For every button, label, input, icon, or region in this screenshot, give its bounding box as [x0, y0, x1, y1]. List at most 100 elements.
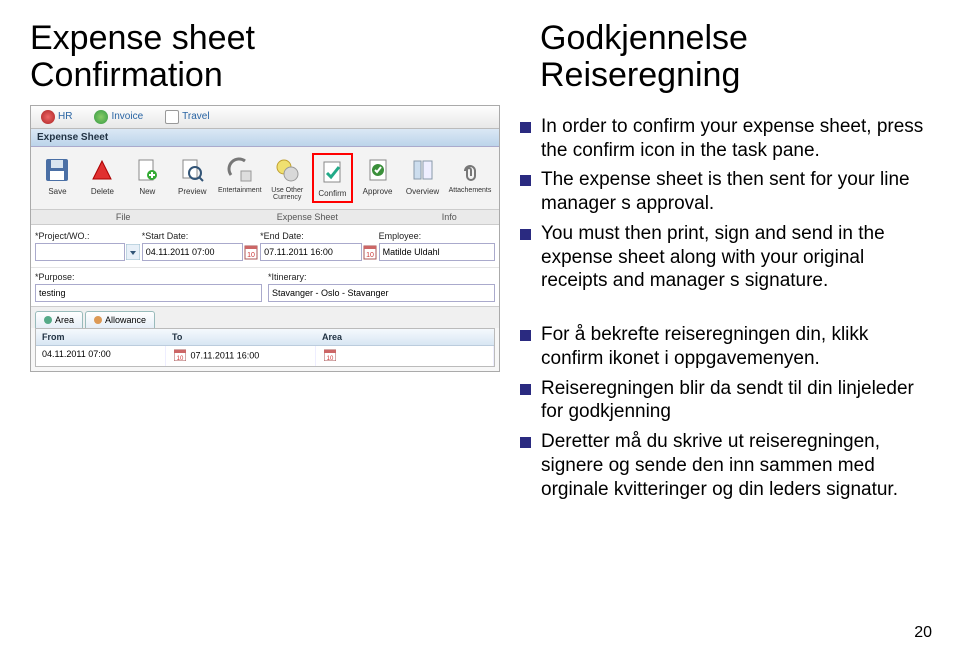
save-label: Save: [48, 187, 66, 196]
invoice-icon: [94, 110, 108, 124]
bullet-list-no: For å bekrefte reiseregningen din, klikk…: [520, 323, 930, 501]
calendar-icon[interactable]: 10: [174, 349, 188, 363]
grid-from-cell: 04.11.2011 07:00: [36, 346, 166, 366]
save-icon: [42, 155, 72, 185]
overview-icon: [408, 155, 438, 185]
bullet-text: Reiseregningen blir da sendt til din lin…: [541, 377, 930, 425]
tab-travel[interactable]: Travel: [159, 108, 215, 126]
toolbar-groups: File Expense Sheet Info: [31, 209, 499, 225]
tab-hr-label: HR: [58, 111, 72, 122]
project-dropdown-icon[interactable]: [126, 244, 140, 260]
delete-label: Delete: [91, 187, 114, 196]
bullet-text: In order to confirm your expense sheet, …: [541, 115, 930, 163]
calendar-icon[interactable]: 10: [244, 244, 258, 260]
bullet-text: For å bekrefte reiseregningen din, klikk…: [541, 323, 930, 371]
grid-area-cell: 10: [316, 346, 494, 366]
preview-label: Preview: [178, 187, 206, 196]
calendar-icon[interactable]: 10: [324, 349, 338, 363]
bullet-icon: [520, 384, 531, 395]
title-left-line2: Confirmation: [30, 56, 223, 94]
start-date-input[interactable]: [142, 243, 243, 261]
new-button[interactable]: New: [127, 153, 168, 203]
grid-header: From To Area: [36, 329, 494, 346]
form-row-1: *Project/WO.: *Start Date: 10: [31, 225, 499, 267]
grid-to-hdr: To: [166, 329, 316, 345]
travel-icon: [165, 110, 179, 124]
grid-to-val: 07.11.2011 16:00: [191, 350, 260, 360]
module-tabs: HR Invoice Travel: [31, 106, 499, 129]
end-date-label: *End Date:: [260, 231, 376, 241]
title-left: Expense sheet Confirmation: [30, 20, 450, 95]
allowance-icon: [94, 316, 102, 324]
bullet-list-en: In order to confirm your expense sheet, …: [520, 115, 930, 293]
new-icon: [132, 155, 162, 185]
toolbar: Save Delete New Preview: [31, 147, 499, 209]
bullet-icon: [520, 122, 531, 133]
grid-row[interactable]: 04.11.2011 07:00 10 07.11.2011 16:00 10: [36, 346, 494, 366]
confirm-button[interactable]: Confirm: [312, 153, 353, 203]
grid-to-cell: 10 07.11.2011 16:00: [166, 346, 316, 366]
bullet-icon: [520, 330, 531, 341]
group-expense: Expense Sheet: [215, 212, 399, 222]
entertainment-label: Entertainment: [218, 187, 262, 194]
bullet-item: In order to confirm your expense sheet, …: [520, 115, 930, 163]
bullet-item: For å bekrefte reiseregningen din, klikk…: [520, 323, 930, 371]
purpose-label: *Purpose:: [35, 272, 262, 282]
bullet-icon: [520, 437, 531, 448]
grid-from-hdr: From: [36, 329, 166, 345]
title-right-line1: Godkjennelse: [540, 19, 748, 57]
overview-button[interactable]: Overview: [402, 153, 443, 203]
subtab-allowance-label: Allowance: [105, 315, 146, 325]
group-info: Info: [399, 212, 499, 222]
page-number: 20: [914, 624, 932, 642]
itinerary-label: *Itinerary:: [268, 272, 495, 282]
project-input[interactable]: [35, 243, 125, 261]
preview-button[interactable]: Preview: [172, 153, 213, 203]
bullet-item: Deretter må du skrive ut reiseregningen,…: [520, 430, 930, 501]
subtab-area-label: Area: [55, 315, 74, 325]
svg-text:10: 10: [327, 356, 334, 361]
sub-tabs: Area Allowance: [31, 306, 499, 328]
svg-text:10: 10: [177, 356, 184, 361]
subtab-allowance[interactable]: Allowance: [85, 311, 155, 328]
preview-icon: [177, 155, 207, 185]
end-date-input[interactable]: [260, 243, 361, 261]
tab-hr[interactable]: HR: [35, 108, 78, 126]
globe-icon: [44, 316, 52, 324]
entertainment-button[interactable]: Entertainment: [217, 153, 263, 203]
new-label: New: [139, 187, 155, 196]
group-file: File: [31, 212, 215, 222]
hr-icon: [41, 110, 55, 124]
purpose-input[interactable]: [35, 284, 262, 302]
start-date-label: *Start Date:: [142, 231, 258, 241]
currency-label: Use Other Currency: [269, 187, 306, 201]
subtab-area[interactable]: Area: [35, 311, 83, 328]
itinerary-input[interactable]: [268, 284, 495, 302]
attachments-label: Attachements: [449, 187, 492, 194]
delete-icon: [87, 155, 117, 185]
bullet-text: Deretter må du skrive ut reiseregningen,…: [541, 430, 930, 501]
grid-area-hdr: Area: [316, 329, 494, 345]
area-grid: From To Area 04.11.2011 07:00 10 07.11.2…: [35, 328, 495, 367]
attachments-button[interactable]: Attachements: [447, 153, 493, 203]
save-button[interactable]: Save: [37, 153, 78, 203]
title-right: Godkjennelse Reiseregning: [540, 20, 748, 95]
bullet-item: The expense sheet is then sent for your …: [520, 168, 930, 216]
approve-button[interactable]: Approve: [357, 153, 398, 203]
delete-button[interactable]: Delete: [82, 153, 123, 203]
tab-invoice[interactable]: Invoice: [88, 108, 149, 126]
bullet-icon: [520, 175, 531, 186]
tab-travel-label: Travel: [182, 111, 209, 122]
svg-text:10: 10: [366, 252, 374, 259]
currency-icon: [272, 155, 302, 185]
use-other-currency-button[interactable]: Use Other Currency: [267, 153, 308, 203]
tab-invoice-label: Invoice: [111, 111, 143, 122]
bullet-item: You must then print, sign and send in th…: [520, 222, 930, 293]
svg-text:10: 10: [247, 252, 255, 259]
calendar-icon[interactable]: 10: [363, 244, 377, 260]
employee-input[interactable]: [379, 243, 495, 261]
bullet-item: Reiseregningen blir da sendt til din lin…: [520, 377, 930, 425]
bullet-text: The expense sheet is then sent for your …: [541, 168, 930, 216]
title-row: Expense sheet Confirmation Godkjennelse …: [30, 20, 930, 95]
expense-sheet-header: Expense Sheet: [31, 129, 499, 147]
